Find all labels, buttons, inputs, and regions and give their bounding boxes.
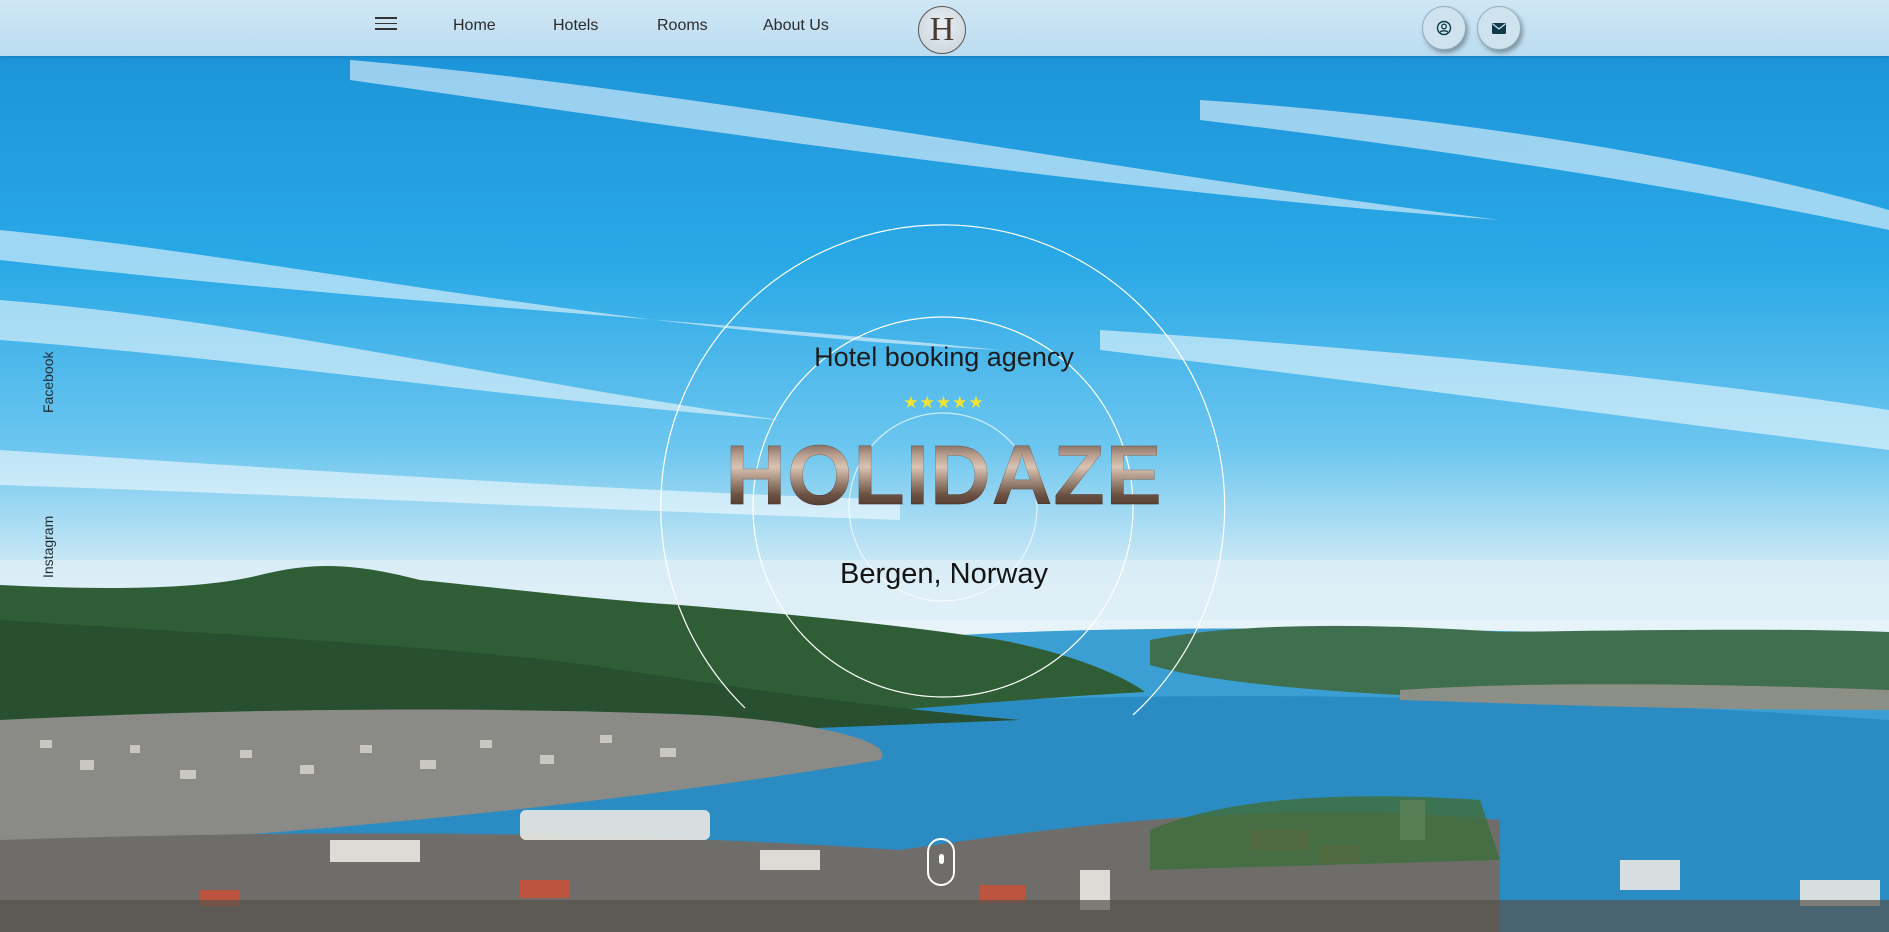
envelope-icon xyxy=(1492,22,1506,34)
nav-item-about-us[interactable]: About Us xyxy=(763,17,829,35)
hamburger-menu-icon[interactable] xyxy=(375,17,397,33)
account-button[interactable] xyxy=(1422,6,1466,50)
hero-location: Bergen, Norway xyxy=(840,558,1048,590)
top-navigation-bar: Home Hotels Rooms About Us H xyxy=(0,0,1889,56)
star-rating: ★★★★★ xyxy=(903,393,985,412)
user-circle-icon xyxy=(1436,20,1452,36)
scroll-down-indicator[interactable] xyxy=(927,838,955,886)
hero-tagline: Hotel booking agency xyxy=(814,342,1074,372)
instagram-link[interactable]: Instagram xyxy=(40,516,56,578)
facebook-link[interactable]: Facebook xyxy=(40,352,56,413)
site-logo[interactable]: H xyxy=(918,6,966,54)
nav-item-home[interactable]: Home xyxy=(453,17,496,35)
nav-item-rooms[interactable]: Rooms xyxy=(657,17,708,35)
scroll-dot xyxy=(939,854,944,864)
nav-item-hotels[interactable]: Hotels xyxy=(553,17,598,35)
brand-title: HOLIDAZE xyxy=(640,425,1248,525)
mail-button[interactable] xyxy=(1477,6,1521,50)
